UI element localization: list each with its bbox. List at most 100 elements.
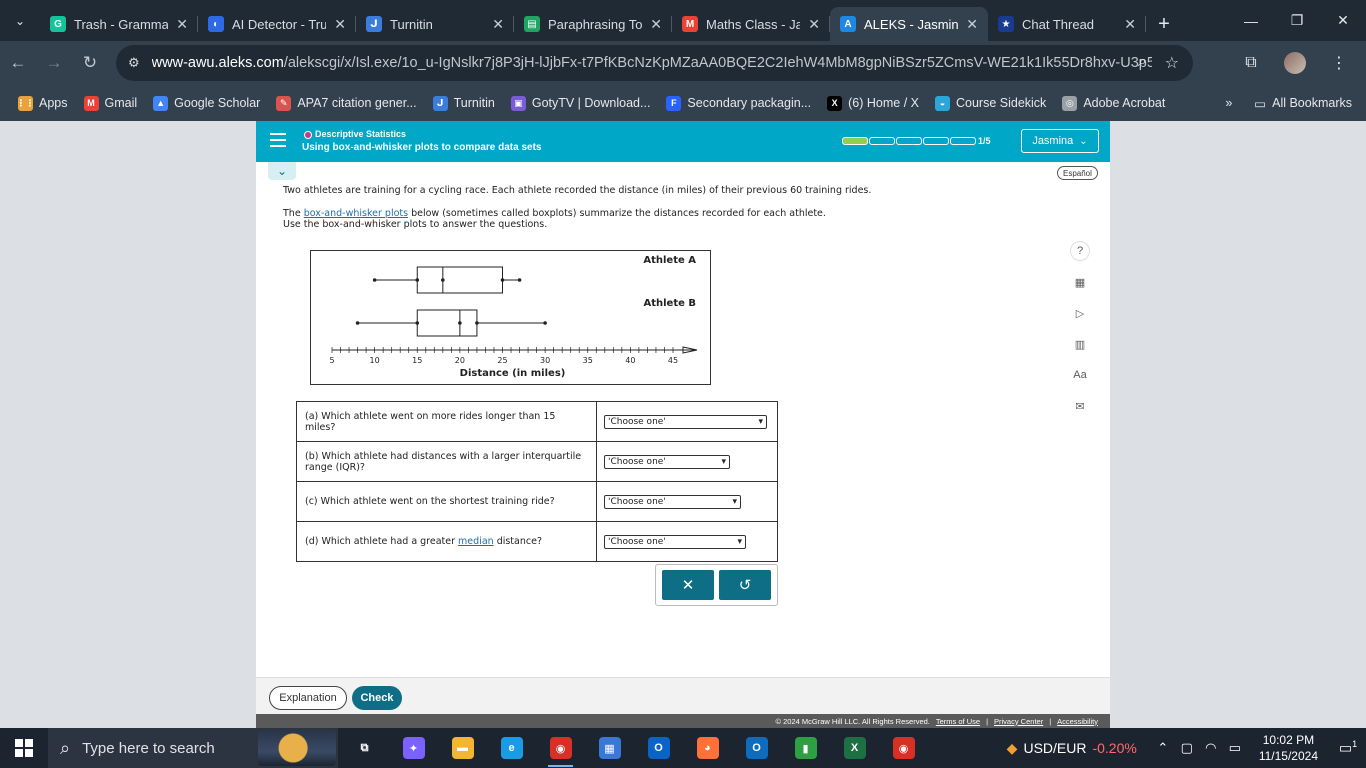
taskbar-app[interactable]: ▮: [781, 728, 830, 768]
gmail-icon: M: [682, 16, 698, 32]
collapse-chevron-icon[interactable]: ⌄: [268, 162, 296, 180]
boxplot-definition-link[interactable]: box-and-whisker plots: [304, 208, 408, 219]
taskbar-app[interactable]: ◉: [536, 728, 585, 768]
help-icon[interactable]: ?: [1070, 241, 1090, 261]
browser-tab[interactable]: A ALEKS - Jasmina ✕: [830, 7, 988, 41]
espanol-button[interactable]: Español: [1057, 166, 1098, 180]
outlook-classic-icon: O: [745, 737, 768, 759]
terms-link[interactable]: Terms of Use: [936, 717, 980, 726]
bookmark-item[interactable]: ▣ GotyTV | Download...: [503, 95, 659, 111]
undo-button[interactable]: ↺: [719, 570, 771, 600]
bookmark-item[interactable]: ✎ APA7 citation gener...: [268, 95, 424, 111]
topic-title: Using box-and-whisker plots to compare d…: [302, 142, 542, 153]
five-number-point: [458, 321, 462, 325]
bookmark-item[interactable]: ᒍ Turnitin: [425, 95, 503, 111]
taskbar-app[interactable]: X: [830, 728, 879, 768]
bookmark-item[interactable]: ▲ Google Scholar: [145, 95, 268, 111]
extensions-icon[interactable]: ⧉: [1232, 45, 1270, 81]
aleks-page: Descriptive Statistics Using box-and-whi…: [256, 121, 1110, 728]
taskbar-app[interactable]: ◉: [879, 728, 928, 768]
bookmark-item[interactable]: ◎ Adobe Acrobat: [1054, 95, 1173, 111]
browser-tab[interactable]: ▤ Paraphrasing Tool ✕: [514, 7, 672, 41]
taskbar-app[interactable]: ▦: [585, 728, 634, 768]
bookmark-item[interactable]: X (6) Home / X: [819, 95, 927, 111]
minimize-icon[interactable]: —: [1228, 0, 1274, 41]
new-tab-button[interactable]: +: [1146, 7, 1182, 41]
taskbar-app[interactable]: e: [487, 728, 536, 768]
close-tab-icon[interactable]: ✕: [492, 16, 504, 33]
zoom-icon[interactable]: ⌕: [1138, 53, 1147, 73]
browser-tab[interactable]: ★ Chat Thread ✕: [988, 7, 1146, 41]
bookmark-label: Adobe Acrobat: [1083, 96, 1166, 110]
accessibility-link[interactable]: Accessibility: [1057, 717, 1098, 726]
site-settings-icon[interactable]: ⚙: [128, 55, 140, 71]
notifications-icon[interactable]: ▭1: [1330, 739, 1366, 757]
meet-icon[interactable]: ▢: [1175, 740, 1199, 756]
taskbar-app[interactable]: ◕: [683, 728, 732, 768]
bookmark-label: APA7 citation gener...: [297, 96, 417, 110]
answer-b-select[interactable]: 'Choose one' ▾: [604, 454, 730, 469]
explanation-button[interactable]: Explanation: [269, 686, 347, 710]
more-bookmarks-icon[interactable]: »: [1225, 96, 1232, 110]
taskbar-app[interactable]: ✦: [389, 728, 438, 768]
turnitin-icon: ᒍ: [432, 95, 448, 111]
start-button[interactable]: [0, 728, 48, 768]
close-tab-icon[interactable]: ✕: [1124, 16, 1136, 33]
bookmark-item[interactable]: M Gmail: [76, 95, 146, 111]
reload-icon[interactable]: ↻: [72, 45, 108, 81]
median-definition-link[interactable]: median: [458, 536, 494, 547]
url-bar[interactable]: ⚙ www-awu.aleks.com/alekscgi/x/Isl.exe/1…: [116, 45, 1193, 81]
network-icon[interactable]: ◠: [1199, 740, 1223, 756]
currency-widget[interactable]: ◆ USD/EUR -0.20%: [1007, 740, 1151, 757]
restore-icon[interactable]: ❐: [1274, 0, 1320, 41]
privacy-link[interactable]: Privacy Center: [994, 717, 1043, 726]
close-tab-icon[interactable]: ✕: [334, 16, 346, 33]
browser-tab[interactable]: ᒍ Turnitin ✕: [356, 7, 514, 41]
clock[interactable]: 10:02 PM 11/15/2024: [1247, 732, 1330, 764]
show-hidden-icons-icon[interactable]: ⌃: [1151, 740, 1175, 756]
video-icon[interactable]: ▷: [1070, 303, 1090, 323]
taskbar-app[interactable]: ⧉: [340, 728, 389, 768]
browser-tab[interactable]: G Trash - Grammarly ✕: [40, 7, 198, 41]
answer-d-select[interactable]: 'Choose one' ▾: [604, 534, 746, 549]
profile-avatar[interactable]: [1276, 45, 1314, 81]
bookmark-item[interactable]: F Secondary packagin...: [658, 95, 819, 111]
dictionary-icon[interactable]: Aa: [1070, 365, 1090, 385]
battery-icon[interactable]: ▭: [1223, 740, 1247, 756]
browser-menu-icon[interactable]: ⋮: [1320, 45, 1358, 81]
game-icon: ▮: [794, 737, 817, 759]
bookmark-star-icon[interactable]: ☆: [1165, 53, 1179, 73]
message-icon[interactable]: ✉: [1070, 396, 1090, 416]
bookmark-item[interactable]: ⋮⋮ Apps: [10, 95, 76, 111]
progress-segment: [950, 137, 976, 145]
user-menu-button[interactable]: Jasmina ⌄: [1021, 129, 1099, 153]
browser-tab[interactable]: M Maths Class - Ja ✕: [672, 7, 830, 41]
five-number-point: [415, 321, 420, 325]
calculator-icon[interactable]: ▦: [1070, 272, 1090, 292]
answer-c-select[interactable]: 'Choose one' ▾: [604, 494, 741, 509]
browser-tab[interactable]: ◐ AI Detector - Trust ✕: [198, 7, 356, 41]
folder-icon: ▭: [1254, 96, 1267, 111]
answer-a-select[interactable]: 'Choose one' ▾: [604, 414, 767, 429]
back-icon[interactable]: ←: [0, 45, 36, 81]
taskbar-app[interactable]: O: [732, 728, 781, 768]
close-window-icon[interactable]: ✕: [1320, 0, 1366, 41]
close-tab-icon[interactable]: ✕: [966, 16, 978, 33]
windows-logo-icon: [15, 739, 33, 757]
textbook-icon[interactable]: ▥: [1070, 334, 1090, 354]
clear-answer-button[interactable]: ✕: [662, 570, 714, 600]
menu-hamburger-icon[interactable]: [270, 133, 286, 147]
check-button[interactable]: Check: [352, 686, 402, 710]
bookmark-item[interactable]: ◒ Course Sidekick: [927, 95, 1054, 111]
taskbar-app[interactable]: ▬: [438, 728, 487, 768]
taskbar-app[interactable]: O: [634, 728, 683, 768]
tool-sidebar: ? ▦ ▷ ▥ Aa ✉: [1070, 241, 1090, 416]
tab-search-chevron-icon[interactable]: ⌄: [0, 0, 40, 41]
url-text[interactable]: www-awu.aleks.com/alekscgi/x/Isl.exe/1o_…: [152, 55, 1152, 71]
close-tab-icon[interactable]: ✕: [176, 16, 188, 33]
firefox-icon: ◕: [696, 737, 719, 759]
close-tab-icon[interactable]: ✕: [650, 16, 662, 33]
forward-icon[interactable]: →: [36, 45, 72, 81]
all-bookmarks-button[interactable]: ▭ All Bookmarks: [1254, 96, 1352, 111]
close-tab-icon[interactable]: ✕: [808, 16, 820, 33]
